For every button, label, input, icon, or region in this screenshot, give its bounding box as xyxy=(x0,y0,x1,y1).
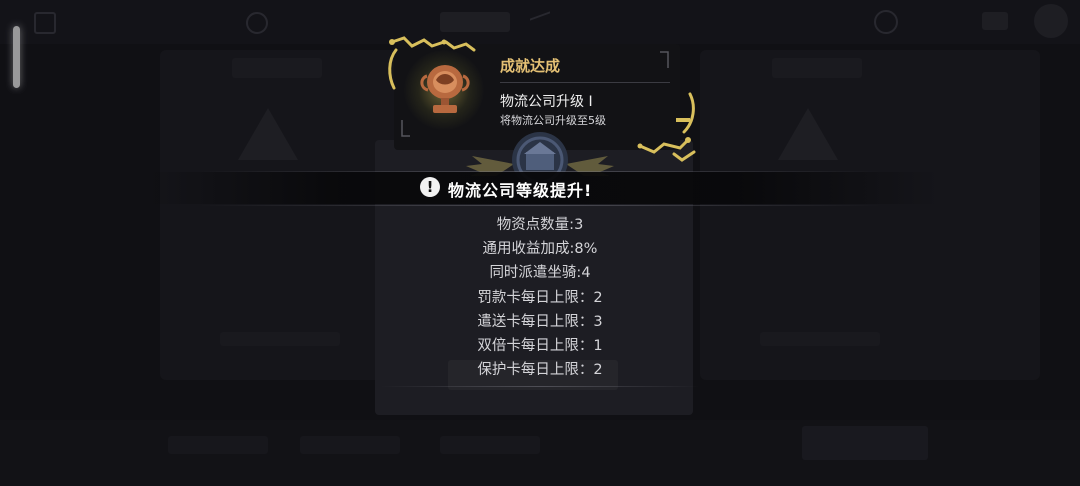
exclamation-icon: ! xyxy=(420,177,440,197)
stat-income-bonus: 通用收益加成:8% xyxy=(482,241,598,258)
stat-dispatch-mounts: 同时派遣坐骑:4 xyxy=(489,265,591,282)
achievement-description: 将物流公司升级至5级 xyxy=(500,114,606,127)
achievement-name: 物流公司升级 Ⅰ xyxy=(500,94,593,110)
stat-supply-points: 物资点数量:3 xyxy=(496,217,584,233)
levelup-title: 物流公司等级提升! xyxy=(448,181,593,200)
achievement-divider xyxy=(500,82,670,83)
stat-fine-card-limit: 罚款卡每日上限：2 xyxy=(477,289,603,306)
trophy-icon xyxy=(420,65,470,113)
achievement-header: 成就达成 xyxy=(500,57,561,75)
divider xyxy=(200,205,880,206)
stat-protect-card-limit: 保护卡每日上限：2 xyxy=(477,362,603,379)
divider xyxy=(200,171,880,172)
levelup-stats-list: 物资点数量:3 通用收益加成:8% 同时派遣坐骑:4 罚款卡每日上限：2 遣送卡… xyxy=(380,213,700,382)
divider xyxy=(380,386,700,387)
stat-deport-card-limit: 遣送卡每日上限：3 xyxy=(477,313,603,330)
stat-double-card-limit: 双倍卡每日上限：1 xyxy=(477,337,603,354)
